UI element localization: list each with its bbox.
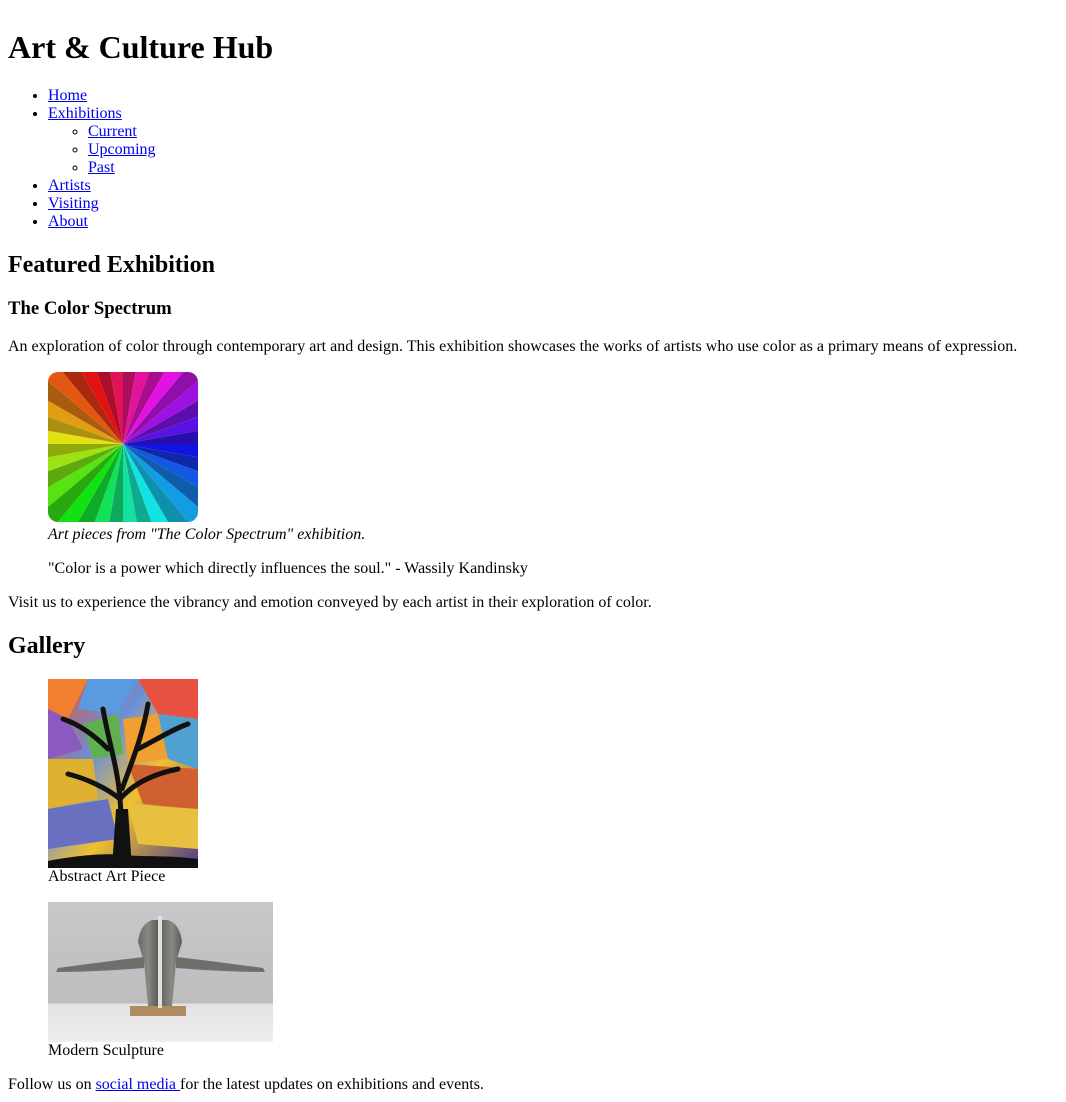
nav-link-exhibitions[interactable]: Exhibitions <box>48 105 122 122</box>
sculpture-image <box>48 902 273 1042</box>
nav-link-current[interactable]: Current <box>88 123 137 140</box>
nav-link-artists[interactable]: Artists <box>48 177 91 194</box>
color-spectrum-figure: Art pieces from "The Color Spectrum" exh… <box>48 372 1018 544</box>
site-title: Art & Culture Hub <box>8 29 274 65</box>
nav-item-upcoming: Upcoming <box>88 141 1058 159</box>
nav-item-home: Home <box>48 87 1058 105</box>
exhibitions-submenu: Current Upcoming Past <box>48 123 1058 177</box>
nav-item-artists: Artists <box>48 177 1058 195</box>
nav-link-visiting[interactable]: Visiting <box>48 195 99 212</box>
gallery-item-abstract: Abstract Art Piece <box>48 679 1018 886</box>
gallery-caption-abstract: Abstract Art Piece <box>48 868 166 885</box>
gallery-item-sculpture: Modern Sculpture <box>48 902 1018 1060</box>
nav-link-past[interactable]: Past <box>88 159 115 176</box>
nav-link-home[interactable]: Home <box>48 87 87 104</box>
footer-prefix: Follow us on <box>8 1076 96 1093</box>
featured-heading: Featured Exhibition <box>8 252 215 278</box>
footer-text: Follow us on social media for the latest… <box>8 1076 1058 1094</box>
exhibition-title: The Color Spectrum <box>8 298 172 319</box>
nav-item-about: About <box>48 213 1058 231</box>
gallery-heading: Gallery <box>8 633 86 659</box>
gallery-caption-sculpture: Modern Sculpture <box>48 1042 164 1059</box>
abstract-tree-image <box>48 679 198 868</box>
nav-link-about[interactable]: About <box>48 213 88 230</box>
gallery: Abstract Art Piece Modern Sculpture <box>8 679 1058 1060</box>
nav-item-exhibitions: Exhibitions Current Upcoming Past <box>48 105 1058 177</box>
main-nav: Home Exhibitions Current Upcoming Past A… <box>8 87 1058 231</box>
footer-suffix: for the latest updates on exhibitions an… <box>180 1076 484 1093</box>
color-spectrum-image <box>48 372 198 522</box>
nav-link-upcoming[interactable]: Upcoming <box>88 141 156 158</box>
exhibition-description: An exploration of color through contempo… <box>8 338 1018 355</box>
kandinsky-quote: "Color is a power which directly influen… <box>48 560 528 577</box>
social-media-link[interactable]: social media <box>96 1076 180 1093</box>
nav-item-current: Current <box>88 123 1058 141</box>
figure-caption: Art pieces from "The Color Spectrum" exh… <box>48 526 366 543</box>
nav-item-visiting: Visiting <box>48 195 1058 213</box>
nav-item-past: Past <box>88 159 1058 177</box>
visit-text: Visit us to experience the vibrancy and … <box>8 594 652 611</box>
